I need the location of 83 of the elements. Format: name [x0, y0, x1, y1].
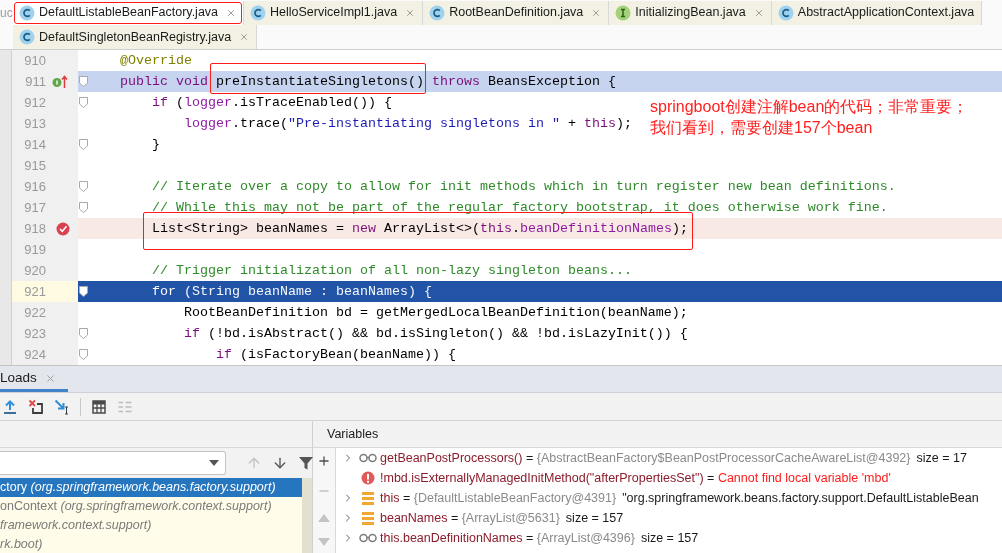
code-line: // While this may not be part of the regular factory bootstrap, it does otherwise work fine. [152, 199, 888, 217]
code-line: if (logger.isTraceEnabled()) { [152, 94, 392, 112]
code-line: for (String beanName : beanNames) { [152, 283, 432, 301]
line-number: 913 [23, 114, 46, 133]
line-number: 916 [23, 177, 46, 196]
stack-frame[interactable]: framework.context.support) [0, 516, 302, 535]
thread-select[interactable] [0, 451, 226, 475]
line-number: 919 [23, 240, 46, 259]
arrow-cursor-icon[interactable] [54, 398, 70, 415]
close-icon[interactable] [753, 7, 764, 18]
fold-marker-icon[interactable] [78, 97, 88, 108]
editor-tab[interactable]: AbstractApplicationContext.java [771, 0, 983, 25]
line-number: 918 [23, 219, 46, 238]
variable-text: beanNames = {ArrayList@5631} size = 157 [380, 509, 624, 527]
table-icon[interactable] [91, 398, 107, 415]
code-line: List<String> beanNames = new ArrayList<>(this.beanDefinitionNames); [152, 220, 688, 238]
line-number: 911 [24, 72, 46, 91]
stack-icon [362, 511, 374, 525]
line-number: 923 [23, 324, 46, 343]
code-line: if (!bd.isAbstract() && bd.isSingleton() && !bd.isLazyInit()) { [183, 325, 688, 343]
class-icon [429, 4, 446, 21]
fold-marker-icon[interactable] [78, 328, 88, 339]
caret-down-icon [209, 460, 219, 466]
line-number: 917 [23, 198, 46, 217]
code-line: logger.trace("Pre-instantiating singletons in " + this); [183, 115, 632, 133]
class-icon [19, 4, 35, 21]
circle-up-arrow-icon[interactable] [52, 74, 68, 89]
close-icon[interactable] [226, 7, 237, 18]
line-number: 924 [23, 345, 46, 364]
editor-tab[interactable]: RootBeanDefinition.java [423, 0, 610, 25]
fold-marker-icon[interactable] [78, 181, 88, 192]
editor-tab[interactable]: InitializingBean.java [609, 0, 772, 25]
editor-tab[interactable]: DefaultSingletonBeanRegistry.java [13, 25, 258, 49]
variable-text: this.beanDefinitionNames = {ArrayList@4396} size = 157 [380, 529, 699, 547]
code-line: RootBeanDefinition bd = getMergedLocalBeanDefinition(beanName); [183, 304, 688, 322]
breakpoint-icon[interactable] [56, 221, 70, 236]
line-number: 914 [23, 135, 46, 154]
fold-marker-icon[interactable] [78, 202, 88, 213]
arrow-up-bar-icon[interactable] [2, 398, 18, 415]
close-icon[interactable] [239, 32, 250, 42]
close-icon[interactable] [405, 7, 416, 18]
error-icon [361, 471, 375, 485]
annotation-text: springboot创建注解bean的代码；非常重要； [650, 97, 969, 117]
editor-tab[interactable]: HelloServiceImpl1.java [244, 0, 424, 25]
code-line: // Trigger initialization of all non-lazy singleton beans... [152, 262, 632, 280]
close-icon[interactable] [44, 373, 56, 384]
annotation-text: 我们看到，需要创建157个bean [650, 118, 874, 138]
code-line: // Iterate over a copy to allow for init methods which in turn register new bean definitions. [152, 178, 896, 196]
plus-icon[interactable] [317, 454, 331, 468]
panel-title: Variables [327, 425, 379, 443]
line-number: 922 [23, 303, 46, 322]
cross-frame-icon[interactable] [28, 398, 44, 415]
line-number: 921 [23, 282, 46, 301]
line-number: 920 [23, 261, 46, 280]
code-line: } [152, 136, 160, 154]
variable-text: getBeanPostProcessors() = {AbstractBeanFactory$BeanPostProcessorCacheAwareList@4392} size = 17 [380, 449, 967, 467]
class-icon [777, 4, 794, 21]
class-icon [19, 29, 35, 45]
class-icon [250, 4, 267, 21]
fold-marker-icon[interactable] [78, 139, 88, 150]
filter-icon[interactable] [298, 455, 314, 471]
line-number: 910 [23, 51, 46, 70]
arrow-down-icon[interactable] [272, 455, 288, 471]
variable-text: this = {DefaultListableBeanFactory@4391} "org.springframework.beans.factory.support.DefaultListableBean [380, 489, 979, 507]
line-number: 912 [23, 93, 46, 112]
code-line: if (isFactoryBean(beanName)) { [215, 346, 456, 364]
editor-tab[interactable]: DefaultListableBeanFactory.java [13, 0, 245, 25]
fold-marker-icon[interactable] [78, 349, 88, 360]
glasses-icon [359, 453, 377, 463]
stack-icon [362, 491, 374, 505]
code-line: public void preInstantiateSingletons() throws BeansException { [120, 73, 616, 91]
code-line: @Override [120, 52, 192, 70]
line-number: 915 [23, 156, 46, 175]
glasses-icon [359, 533, 377, 543]
stack-frame[interactable]: onContext (org.springframework.context.support) [0, 497, 302, 516]
variable-text: !mbd.isExternallyManagedInitMethod("afterPropertiesSet") = Cannot find local variable 'mbd' [380, 469, 891, 487]
stack-frame[interactable]: ctory (org.springframework.beans.factory.support) [0, 478, 302, 497]
fold-marker-icon[interactable] [78, 76, 88, 87]
stack-frame[interactable]: rk.boot) [0, 535, 302, 553]
interface-icon [615, 4, 632, 21]
cut-off-label: uc [0, 4, 13, 22]
close-icon[interactable] [591, 7, 602, 18]
fold-marker-icon[interactable] [78, 286, 88, 297]
